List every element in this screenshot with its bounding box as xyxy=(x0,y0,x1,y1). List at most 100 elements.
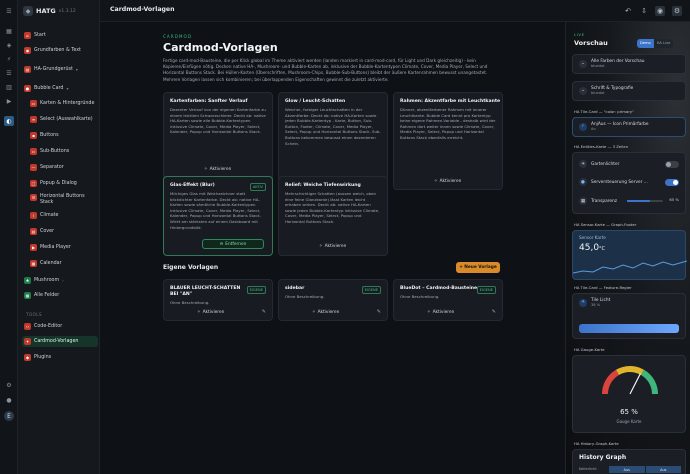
overview-icon[interactable]: ▦ xyxy=(4,26,14,36)
sidebar-item-popup[interactable]: □ Popup & Dialog xyxy=(28,178,98,189)
main-content: CARDMOD Cardmod-Vorlagen Fertige card-mo… xyxy=(100,22,565,474)
entities-card: ☀ Gartenlichter ● Serversteuerung Server .… xyxy=(572,152,686,214)
activate-button[interactable]: ✧Aktivieren xyxy=(204,167,231,172)
popup-icon: □ xyxy=(30,180,37,187)
sidebar-item-grundfarben[interactable]: ◉ Grundfarben & Text xyxy=(22,45,98,56)
sidebar-item-label: Plugins xyxy=(34,355,52,360)
energy-icon[interactable]: ⚡ xyxy=(4,54,14,64)
sidebar-item-code-editor[interactable]: ‹› Code-Editor xyxy=(22,321,98,332)
sidebar-item-media[interactable]: ▶ Media Player xyxy=(28,242,98,253)
template-title: Relief: Weiche Tiefenwirkung xyxy=(285,183,361,188)
sidebar-item-grundgeruest[interactable]: ▤ HA-Grundgerüst ▾ xyxy=(22,64,98,75)
remove-button[interactable]: ⊖ Entfernen xyxy=(202,239,264,249)
sidebar-item-mushroom[interactable]: ♠ Mushroom › xyxy=(22,275,98,286)
template-card-active: Glas-Effekt (Blur) AKTIV Milchiges Glas … xyxy=(163,176,273,256)
tile-state: An xyxy=(591,127,596,131)
history-card-label: HA History-Graph-Karte xyxy=(574,441,619,446)
toggle-demo[interactable]: Demo xyxy=(637,39,654,48)
undo-icon[interactable]: ↶ xyxy=(623,6,633,16)
settings-icon[interactable]: ⚙ xyxy=(4,380,14,390)
sidebar-item-calendar[interactable]: ▦ Calendar xyxy=(28,258,98,269)
history-title: History Graph xyxy=(579,454,627,461)
wand-icon: ✧ xyxy=(204,167,208,172)
sidebar-item-label: Calendar xyxy=(40,261,62,266)
toggle-switch[interactable] xyxy=(665,179,679,186)
font-select-card[interactable]: ⌄ Schrift & Typografie bluedot xyxy=(572,81,686,101)
new-template-button[interactable]: + Neue Vorlage xyxy=(456,262,500,273)
menu-icon[interactable]: ☰ xyxy=(4,6,14,16)
sidebar-item-climate[interactable]: ≀ Climate xyxy=(28,210,98,221)
button-icon: ▪ xyxy=(30,132,37,139)
calendar-icon: ▦ xyxy=(30,260,37,267)
lightbulb-icon: ☀ xyxy=(579,298,587,307)
slider-fill xyxy=(627,200,651,202)
sidebar-item-plugins[interactable]: ◆ Plugins xyxy=(22,352,98,363)
entity-label: Serversteuerung Server ... xyxy=(591,179,648,185)
activate-button[interactable]: ✧Aktivieren xyxy=(434,179,461,184)
card-icon: ▭ xyxy=(30,100,37,107)
activate-button[interactable]: ✧Aktivieren xyxy=(197,310,224,315)
history-icon[interactable]: ▥ xyxy=(4,82,14,92)
entity-label: Transparenz xyxy=(591,198,618,204)
color-select-card[interactable]: ⌄ Alle Farben der Vorschau bluedot xyxy=(572,54,686,74)
feature-card: ☀ Tile Licht 38 % xyxy=(572,293,686,339)
font-select-sub: bluedot xyxy=(591,91,605,95)
preview-panel: LIVE Vorschau Demo HA Live ⌄ Alle Farben … xyxy=(565,22,690,474)
sidebar-item-select[interactable]: ≡ Select (Auswahlkarte) xyxy=(28,114,98,125)
activate-button[interactable]: ✧Aktivieren xyxy=(427,310,454,315)
sidebar-item-cardmod[interactable]: ✦ Cardmod-Vorlagen xyxy=(22,336,98,347)
sidebar-item-buttons[interactable]: ▪ Buttons xyxy=(28,130,98,141)
notifications-icon[interactable]: ● xyxy=(4,395,14,405)
mushroom-icon: ♠ xyxy=(24,277,31,284)
brightness-slider[interactable] xyxy=(579,324,679,333)
download-icon[interactable]: ⇩ xyxy=(639,6,649,16)
theme-icon[interactable]: ◐ xyxy=(4,116,14,126)
sidebar-item-alle-felder[interactable]: ▦ Alle Felder xyxy=(22,290,98,301)
edit-icon[interactable]: ✎ xyxy=(377,309,381,315)
wand-icon: ✧ xyxy=(197,310,201,315)
activate-label: Aktivieren xyxy=(317,310,340,315)
sidebar-item-bubble-card[interactable]: ● Bubble Card ▾ xyxy=(22,83,98,94)
icon-rail: ☰ ▦ ◈ ⚡ ☰ ▥ ▶ ◐ ⚙ ● E xyxy=(0,0,18,474)
sidebar-item-cover[interactable]: ▤ Cover xyxy=(28,226,98,237)
app-window: ☰ ▦ ◈ ⚡ ☰ ▥ ▶ ◐ ⚙ ● E ◆ HATG v1.3.12 ⌂ St… xyxy=(0,0,690,474)
settings-icon[interactable]: ⚙ xyxy=(672,6,682,16)
logbook-icon[interactable]: ☰ xyxy=(4,68,14,78)
preview-mode-toggle: Demo HA Live xyxy=(637,39,674,48)
history-card: History Graph Kellerlicht Aus Aus xyxy=(572,449,686,474)
toggle-ha-live[interactable]: HA Live xyxy=(654,39,674,48)
edit-icon[interactable]: ✎ xyxy=(262,309,266,315)
logo-icon: ◆ xyxy=(23,6,33,16)
wand-icon: ✧ xyxy=(434,179,438,184)
sidebar-item-sub-buttons[interactable]: ▫ Sub-Buttons xyxy=(28,146,98,157)
activate-button[interactable]: ✧Aktivieren xyxy=(312,310,339,315)
palette-button-icon[interactable]: ◉ xyxy=(655,6,665,16)
map-icon[interactable]: ◈ xyxy=(4,40,14,50)
server-icon: ● xyxy=(579,178,587,186)
sidebar-item-karten[interactable]: ▭ Karten & Hintergründe xyxy=(28,98,98,109)
sidebar-item-hbs[interactable]: ☰ Horizontal Buttons Stack xyxy=(28,192,98,208)
transparency-slider[interactable] xyxy=(627,200,663,202)
palette-icon: ◉ xyxy=(24,47,31,54)
sidebar-item-label: Cover xyxy=(40,229,55,234)
media-icon[interactable]: ▶ xyxy=(4,96,14,106)
fields-icon: ▦ xyxy=(24,292,31,299)
plugin-icon: ◆ xyxy=(24,354,31,361)
avatar[interactable]: E xyxy=(4,411,14,421)
activate-label: Aktivieren xyxy=(439,179,462,184)
sidebar-item-label: Horizontal Buttons Stack xyxy=(40,194,85,205)
template-title: Glow / Leucht-Schatten xyxy=(285,99,346,104)
sidebar-item-start[interactable]: ⌂ Start xyxy=(22,30,98,41)
edit-icon[interactable]: ✎ xyxy=(492,309,496,315)
toggle-switch[interactable] xyxy=(665,161,679,168)
sidebar-item-label: Karten & Hintergründe xyxy=(40,101,95,106)
tile-card[interactable]: ✓ AnjAus — Icon Primärfarbe An xyxy=(572,117,686,137)
activate-button[interactable]: ✧Aktivieren xyxy=(319,244,346,249)
layout-icon: ▤ xyxy=(24,66,31,73)
sidebar-item-label: Bubble Card xyxy=(34,86,64,91)
sidebar-item-separator[interactable]: — Separator xyxy=(28,162,98,173)
sidebar-item-label: Mushroom xyxy=(34,278,60,283)
sensor-card: Sensor Karte 45,0°C xyxy=(572,230,687,280)
sidebar-item-label: Grundfarben & Text xyxy=(34,48,81,53)
chevron-right-icon: › xyxy=(62,278,64,283)
